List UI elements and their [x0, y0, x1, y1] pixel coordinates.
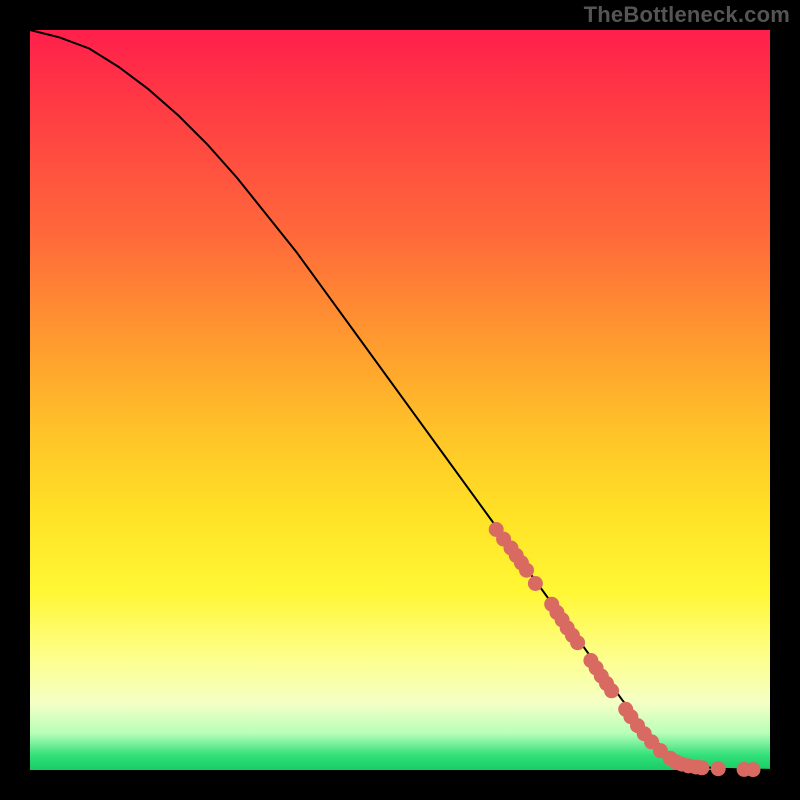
highlight-dot	[694, 760, 709, 775]
highlight-dot	[746, 762, 761, 777]
highlight-dot	[711, 761, 726, 776]
main-curve	[30, 30, 770, 770]
highlight-dot	[519, 563, 534, 578]
watermark-text: TheBottleneck.com	[584, 2, 790, 28]
highlight-dot	[604, 683, 619, 698]
chart-frame: TheBottleneck.com	[0, 0, 800, 800]
highlight-dot	[528, 576, 543, 591]
chart-svg	[30, 30, 770, 770]
highlight-dot	[570, 635, 585, 650]
plot-area	[30, 30, 770, 770]
highlight-dots	[489, 522, 761, 777]
